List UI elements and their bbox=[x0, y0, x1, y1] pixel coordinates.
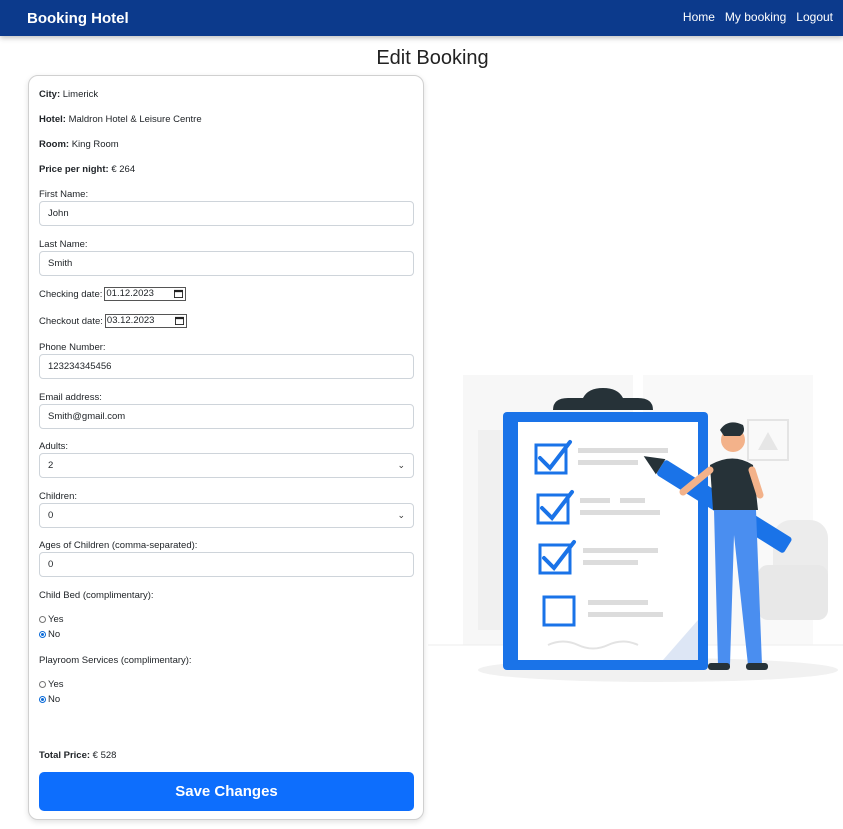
playroom-no-radio[interactable] bbox=[39, 696, 46, 703]
adults-select[interactable]: 2 ⌄ bbox=[39, 453, 414, 478]
hotel-info: Hotel: Maldron Hotel & Leisure Centre bbox=[39, 114, 202, 125]
nav-logout-link[interactable]: Logout bbox=[796, 10, 833, 24]
nav-links: Home My booking Logout bbox=[683, 10, 833, 24]
phone-input[interactable]: 123234345456 bbox=[39, 354, 414, 379]
email-label: Email address: bbox=[39, 392, 102, 403]
email-input[interactable]: Smith@gmail.com bbox=[39, 404, 414, 429]
chevron-down-icon: ⌄ bbox=[397, 510, 405, 520]
edit-booking-form: City: Limerick Hotel: Maldron Hotel & Le… bbox=[28, 75, 424, 820]
last-name-input[interactable]: Smith bbox=[39, 251, 414, 276]
playroom-yes-label: Yes bbox=[48, 679, 64, 690]
clipboard-checklist-illustration bbox=[428, 375, 843, 682]
child-bed-no-label: No bbox=[48, 629, 61, 640]
price-per-night-info: Price per night: € 264 bbox=[39, 164, 136, 175]
children-select[interactable]: 0 ⌄ bbox=[39, 503, 414, 528]
children-value: 0 bbox=[48, 510, 54, 521]
playroom-label: Playroom Services (complimentary): bbox=[39, 655, 192, 666]
child-bed-yes-option[interactable]: Yes bbox=[39, 614, 64, 625]
ages-input[interactable]: 0 bbox=[39, 552, 414, 577]
child-bed-label: Child Bed (complimentary): bbox=[39, 590, 154, 601]
child-bed-yes-label: Yes bbox=[48, 614, 64, 625]
first-name-label: First Name: bbox=[39, 189, 89, 200]
checkout-row: Checkout date: 03.12.2023 bbox=[39, 314, 187, 328]
first-name-input[interactable]: John bbox=[39, 201, 414, 226]
room-info: Room: King Room bbox=[39, 139, 119, 150]
phone-label: Phone Number: bbox=[39, 342, 106, 353]
ages-label: Ages of Children (comma-separated): bbox=[39, 540, 198, 551]
checkin-date-value: 01.12.2023 bbox=[106, 288, 154, 299]
brand-logo[interactable]: Booking Hotel bbox=[27, 10, 129, 27]
checkin-date-input[interactable]: 01.12.2023 bbox=[104, 287, 187, 301]
adults-value: 2 bbox=[48, 460, 54, 471]
adults-label: Adults: bbox=[39, 441, 69, 452]
playroom-yes-option[interactable]: Yes bbox=[39, 679, 64, 690]
child-bed-yes-radio[interactable] bbox=[39, 616, 46, 623]
playroom-no-option[interactable]: No bbox=[39, 694, 60, 705]
total-price: Total Price: € 528 bbox=[39, 750, 117, 761]
checkout-date-input[interactable]: 03.12.2023 bbox=[104, 314, 187, 328]
nav-my-booking-link[interactable]: My booking bbox=[725, 10, 786, 24]
save-changes-button[interactable]: Save Changes bbox=[39, 772, 414, 811]
playroom-yes-radio[interactable] bbox=[39, 681, 46, 688]
page-title: Edit Booking bbox=[376, 47, 489, 69]
children-label: Children: bbox=[39, 491, 78, 502]
child-bed-no-radio[interactable] bbox=[39, 631, 46, 638]
checkin-label: Checking date: bbox=[39, 288, 103, 300]
navbar: Booking Hotel Home My booking Logout bbox=[0, 0, 843, 36]
child-bed-no-option[interactable]: No bbox=[39, 629, 60, 640]
calendar-icon[interactable] bbox=[174, 289, 184, 298]
calendar-icon[interactable] bbox=[174, 316, 184, 325]
last-name-label: Last Name: bbox=[39, 239, 88, 250]
playroom-no-label: No bbox=[48, 694, 61, 705]
city-info: City: Limerick bbox=[39, 89, 99, 100]
checkin-row: Checking date: 01.12.2023 bbox=[39, 287, 187, 301]
nav-home-link[interactable]: Home bbox=[683, 10, 715, 24]
checkout-date-value: 03.12.2023 bbox=[106, 315, 155, 326]
checkout-label: Checkout date: bbox=[39, 315, 103, 327]
chevron-down-icon: ⌄ bbox=[397, 460, 405, 470]
